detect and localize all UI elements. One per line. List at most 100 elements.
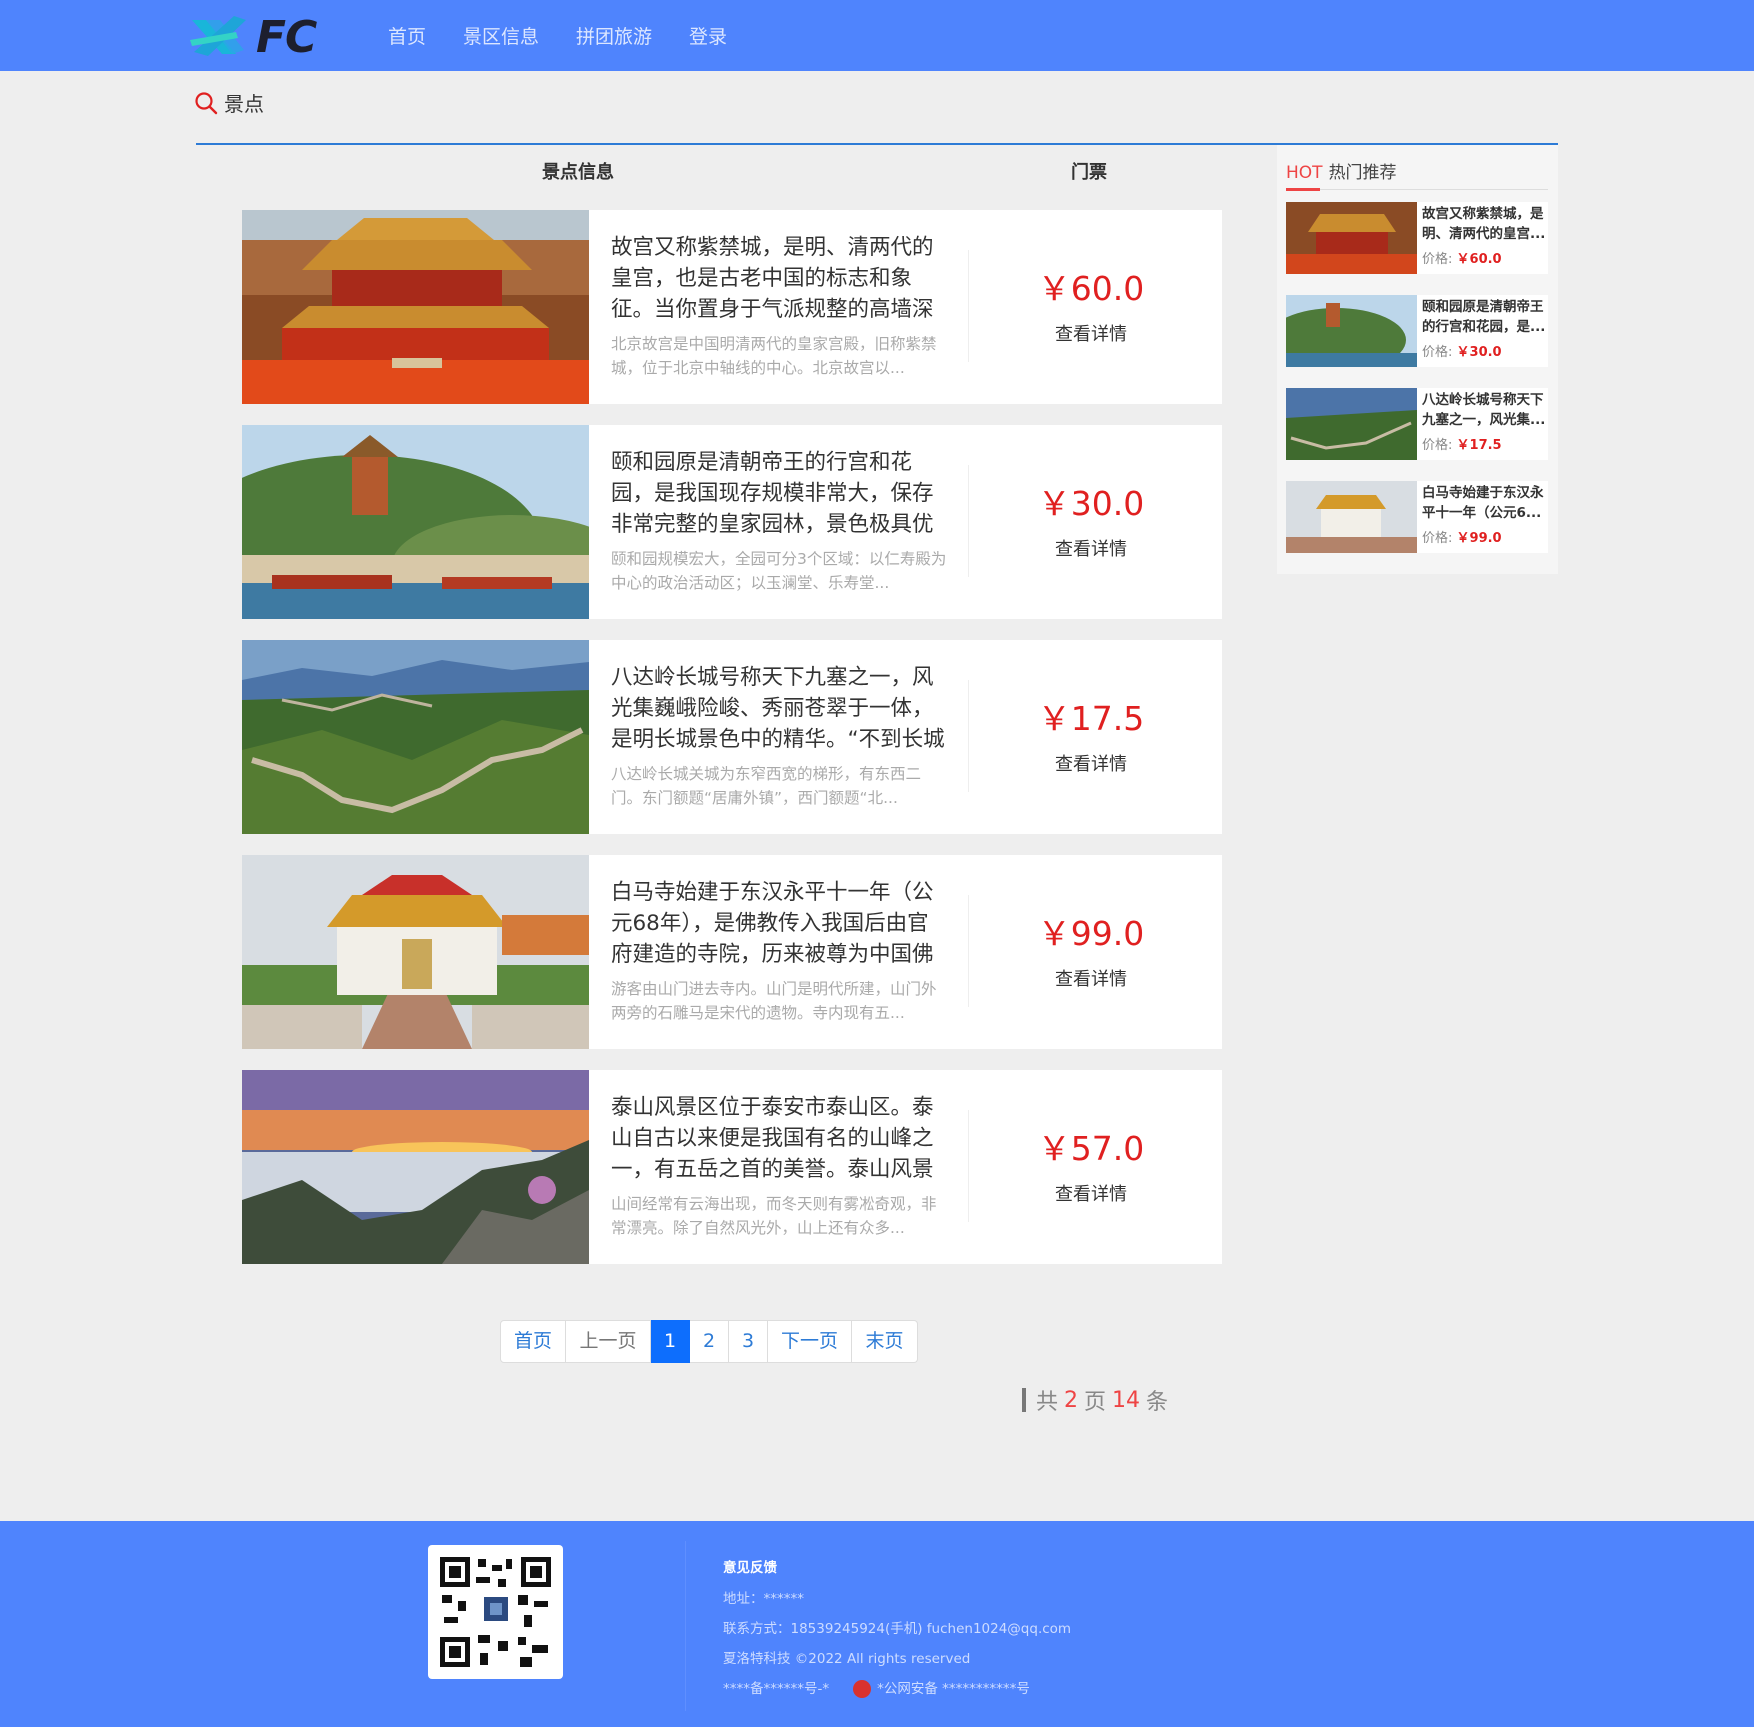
total-items: 14 (1112, 1387, 1141, 1413)
list-item[interactable]: 八达岭长城号称天下九塞之一，风光集巍峨险峻、秀丽苍翠于一体，是明长城景色中的精华… (242, 640, 1222, 834)
footer-address: 地址：****** (723, 1591, 804, 1607)
page-last-button[interactable]: 末页 (852, 1320, 918, 1363)
hot-item[interactable]: 白马寺始建于东汉永平十一年（公元6... 价格: ￥99.0 (1286, 481, 1548, 553)
hot-item-price: 价格: ￥99.0 (1422, 527, 1502, 546)
hot-title: 热门推荐 (1328, 163, 1397, 183)
logo-icon (190, 16, 246, 56)
page-total: 共 2 页 14 条 (1022, 1384, 1168, 1416)
ticket-price: ￥57.0 (1037, 1129, 1145, 1168)
list-item[interactable]: 白马寺始建于东汉永平十一年（公元68年），是佛教传入我国后由官府建造的寺院，历来… (242, 855, 1222, 1049)
scenic-image[interactable] (242, 640, 589, 834)
hot-price-value: ￥60.0 (1456, 252, 1502, 267)
scenic-image[interactable] (242, 855, 589, 1049)
nav-group-tour[interactable]: 拼团旅游 (576, 22, 652, 49)
nav-login[interactable]: 登录 (689, 22, 727, 49)
hot-item-text[interactable]: 八达岭长城号称天下九塞之一，风光集... (1422, 390, 1546, 430)
scenic-image[interactable] (242, 425, 589, 619)
hot-tag: HOT (1286, 163, 1323, 183)
scenic-description: 北京故宫是中国明清两代的皇家宫殿，旧称紫禁城，位于北京中轴线的中心。北京故宫以.… (611, 335, 937, 377)
breadcrumb-label: 景点 (224, 92, 264, 116)
scenic-image[interactable] (242, 1070, 589, 1264)
page-number-1[interactable]: 1 (651, 1320, 690, 1363)
column-header-info: 景点信息 (542, 162, 614, 183)
police-badge-icon (853, 1680, 872, 1698)
scenic-title[interactable]: 颐和园原是清朝帝王的行宫和花园，是我国现存规模非常大，保存非常完整的皇家园林，景… (611, 447, 947, 540)
hot-price-label: 价格: (1422, 252, 1453, 267)
hot-recommendations: HOT 热门推荐 故宫又称紫禁城，是明、清两代的皇宫... 价格: ￥60.0 颐… (1277, 145, 1558, 574)
hot-thumbnail[interactable] (1286, 481, 1417, 553)
page-first-button[interactable]: 首页 (500, 1320, 566, 1363)
footer-registration: ****备******号-* *公网安备 ***********号 (723, 1677, 1030, 1698)
pages-unit: 页 (1084, 1390, 1107, 1415)
top-navbar: FC 首页 景区信息 拼团旅游 登录 (0, 0, 1754, 71)
hot-price-value: ￥17.5 (1456, 438, 1502, 453)
items-unit: 条 (1146, 1390, 1169, 1415)
scenic-title[interactable]: 故宫又称紫禁城，是明、清两代的皇宫，也是古老中国的标志和象征。当你置身于气派规整… (611, 232, 947, 325)
footer-divider (685, 1541, 686, 1711)
divider (968, 895, 969, 1007)
site-logo[interactable]: FC (188, 10, 333, 63)
logo-text: FC (256, 12, 317, 63)
page-number-2[interactable]: 2 (690, 1320, 729, 1363)
total-marker (1022, 1388, 1026, 1412)
divider (968, 1110, 969, 1222)
nav-home[interactable]: 首页 (388, 22, 426, 49)
ticket-price: ￥17.5 (1037, 699, 1145, 738)
hot-price-label: 价格: (1422, 438, 1453, 453)
view-details-link[interactable]: 查看详情 (1012, 535, 1170, 561)
hot-item-text[interactable]: 颐和园原是清朝帝王的行宫和花园，是... (1422, 297, 1546, 337)
divider (968, 465, 969, 577)
ticket-price: ￥99.0 (1037, 914, 1145, 953)
search-icon (195, 91, 218, 114)
hot-item-price: 价格: ￥30.0 (1422, 341, 1502, 360)
page-prev-button[interactable]: 上一页 (566, 1320, 651, 1363)
hot-price-label: 价格: (1422, 345, 1453, 360)
view-details-link[interactable]: 查看详情 (1012, 320, 1170, 346)
footer-copyright: 夏洛特科技 ©2022 All rights reserved (723, 1651, 971, 1667)
nav-scenic-info[interactable]: 景区信息 (463, 22, 539, 49)
scenic-image[interactable] (242, 210, 589, 404)
main-nav: 首页 景区信息 拼团旅游 登录 (388, 22, 727, 49)
hot-item-price: 价格: ￥60.0 (1422, 248, 1502, 267)
page-next-button[interactable]: 下一页 (768, 1320, 852, 1363)
qr-code-icon (440, 1557, 551, 1667)
hot-thumbnail[interactable] (1286, 295, 1417, 367)
footer: 意见反馈 地址：****** 联系方式：18539245924(手机) fuch… (0, 1521, 1754, 1727)
divider (968, 680, 969, 792)
page-number-3[interactable]: 3 (729, 1320, 768, 1363)
hot-underline (1286, 188, 1320, 191)
hot-price-value: ￥30.0 (1456, 345, 1502, 360)
hot-price-label: 价格: (1422, 531, 1453, 546)
police-record-link[interactable]: *公网安备 ***********号 (877, 1681, 1030, 1697)
feedback-link[interactable]: 意见反馈 (723, 1556, 777, 1576)
footer-contact: 联系方式：18539245924(手机) fuchen1024@qq.com (723, 1621, 1072, 1637)
list-item[interactable]: 故宫又称紫禁城，是明、清两代的皇宫，也是古老中国的标志和象征。当你置身于气派规整… (242, 210, 1222, 404)
hot-item[interactable]: 颐和园原是清朝帝王的行宫和花园，是... 价格: ￥30.0 (1286, 295, 1548, 367)
icp-link[interactable]: ****备******号-* (723, 1681, 829, 1697)
hot-item[interactable]: 八达岭长城号称天下九塞之一，风光集... 价格: ￥17.5 (1286, 388, 1548, 460)
hot-thumbnail[interactable] (1286, 388, 1417, 460)
list-item[interactable]: 泰山风景区位于泰安市泰山区。泰山自古以来便是我国有名的山峰之一，有五岳之首的美誉… (242, 1070, 1222, 1264)
view-details-link[interactable]: 查看详情 (1012, 750, 1170, 776)
qr-code (428, 1545, 563, 1679)
column-header-ticket: 门票 (1071, 162, 1107, 183)
hot-item-price: 价格: ￥17.5 (1422, 434, 1502, 453)
hot-item-text[interactable]: 白马寺始建于东汉永平十一年（公元6... (1422, 483, 1546, 523)
scenic-description: 山间经常有云海出现，而冬天则有雾凇奇观，非常漂亮。除了自然风光外，山上还有众多.… (611, 1195, 937, 1237)
hot-thumbnail[interactable] (1286, 202, 1417, 274)
hot-price-value: ￥99.0 (1456, 531, 1502, 546)
scenic-title[interactable]: 白马寺始建于东汉永平十一年（公元68年），是佛教传入我国后由官府建造的寺院，历来… (611, 877, 947, 970)
hot-item-text[interactable]: 故宫又称紫禁城，是明、清两代的皇宫... (1422, 204, 1546, 244)
total-prefix: 共 (1036, 1390, 1059, 1415)
breadcrumb: 景点 (194, 88, 264, 117)
view-details-link[interactable]: 查看详情 (1012, 1180, 1170, 1206)
view-details-link[interactable]: 查看详情 (1012, 965, 1170, 991)
scenic-title[interactable]: 泰山风景区位于泰安市泰山区。泰山自古以来便是我国有名的山峰之一，有五岳之首的美誉… (611, 1092, 947, 1185)
scenic-description: 八达岭长城关城为东窄西宽的梯形，有东西二门。东门额题“居庸外镇”，西门额题“北.… (611, 765, 922, 807)
divider (1286, 189, 1548, 190)
scenic-description: 颐和园规模宏大，全园可分3个区域：以仁寿殿为中心的政治活动区；以玉澜堂、乐寿堂.… (611, 550, 947, 592)
scenic-title[interactable]: 八达岭长城号称天下九塞之一，风光集巍峨险峻、秀丽苍翠于一体，是明长城景色中的精华… (611, 662, 947, 755)
list-item[interactable]: 颐和园原是清朝帝王的行宫和花园，是我国现存规模非常大，保存非常完整的皇家园林，景… (242, 425, 1222, 619)
hot-item[interactable]: 故宫又称紫禁城，是明、清两代的皇宫... 价格: ￥60.0 (1286, 202, 1548, 274)
ticket-price: ￥60.0 (1037, 269, 1145, 308)
